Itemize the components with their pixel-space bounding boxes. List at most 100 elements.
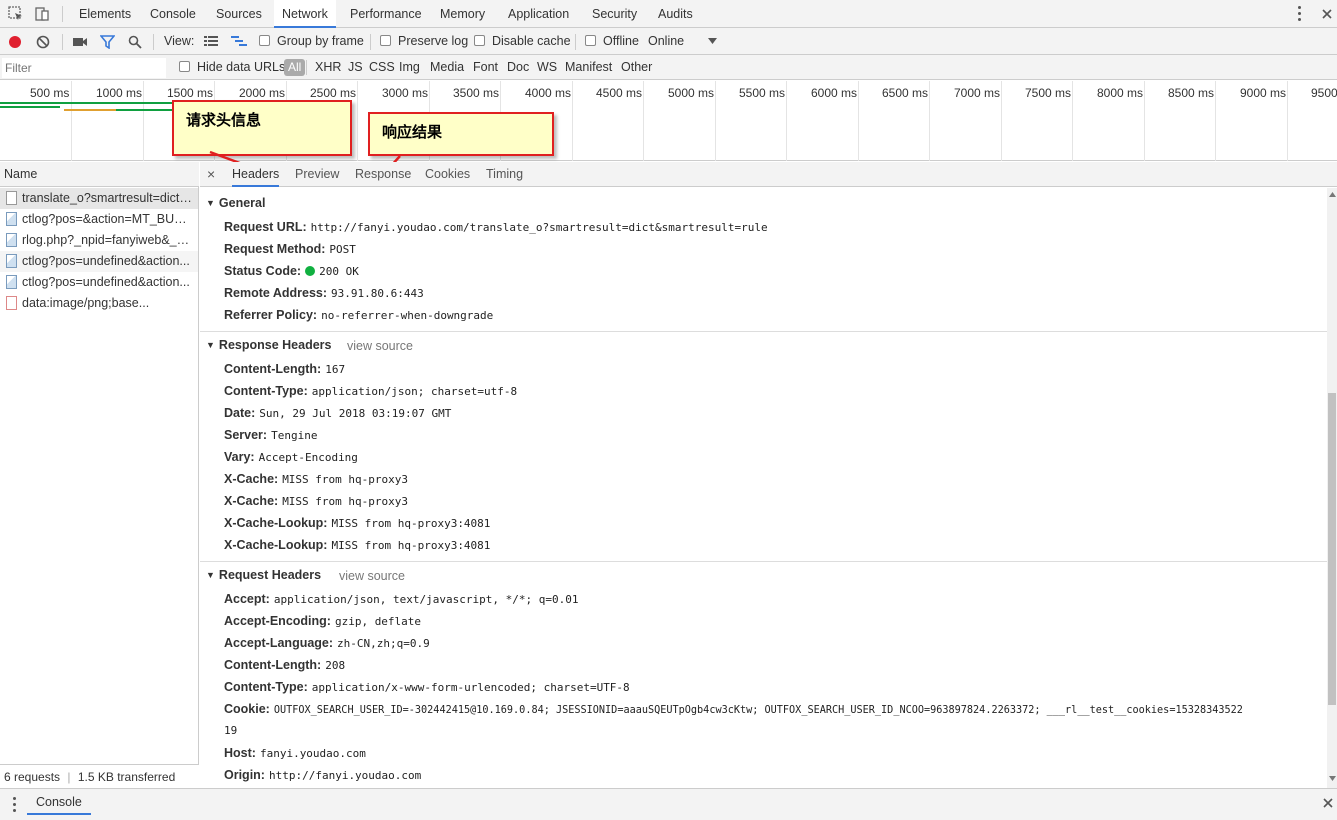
network-toolbar: View: Group by frame Preserve log Disabl… xyxy=(0,28,1337,55)
offline-checkbox[interactable] xyxy=(585,35,596,46)
close-devtools-icon[interactable] xyxy=(1321,8,1333,20)
type-filter-other[interactable]: Other xyxy=(621,55,652,80)
tab-security[interactable]: Security xyxy=(584,0,645,28)
header-row: Referrer Policy: no-referrer-when-downgra… xyxy=(224,308,494,322)
filter-input[interactable] xyxy=(2,58,166,78)
device-toolbar-icon[interactable] xyxy=(33,5,51,23)
tick-label: 500 ms xyxy=(30,86,70,100)
preserve-log-checkbox[interactable] xyxy=(380,35,391,46)
header-row: Request Method: POST xyxy=(224,242,356,256)
type-filter-xhr[interactable]: XHR xyxy=(315,55,341,80)
request-name: ctlog?pos=undefined&action... xyxy=(22,275,190,289)
drawer-menu-icon[interactable] xyxy=(13,797,17,815)
type-filter-all[interactable]: All xyxy=(284,59,306,76)
inspect-element-icon[interactable] xyxy=(7,5,25,23)
scrollbar-thumb[interactable] xyxy=(1328,393,1336,705)
list-item[interactable]: rlog.php?_npid=fanyiweb&_nc... xyxy=(0,230,198,251)
capture-screenshots-icon[interactable] xyxy=(72,35,88,49)
detail-tabs: × Headers Preview Response Cookies Timin… xyxy=(200,162,1337,187)
disable-cache-label: Disable cache xyxy=(492,34,571,48)
cookie-continuation: 19 xyxy=(224,724,238,737)
document-icon xyxy=(6,191,17,205)
search-icon[interactable] xyxy=(128,35,142,49)
preserve-log-label: Preserve log xyxy=(398,34,469,48)
list-item[interactable]: data:image/png;base... xyxy=(0,293,198,314)
devtools-tabbar: Elements Console Sources Network Perform… xyxy=(0,0,1337,28)
tab-timing[interactable]: Timing xyxy=(486,162,523,187)
tab-preview[interactable]: Preview xyxy=(295,162,339,187)
header-row: Vary: Accept-Encoding xyxy=(224,450,358,464)
tab-sources[interactable]: Sources xyxy=(208,0,270,28)
type-filter-font[interactable]: Font xyxy=(473,55,498,80)
scroll-up-icon[interactable] xyxy=(1329,192,1336,197)
close-drawer-icon[interactable] xyxy=(1322,797,1334,809)
hide-data-urls-label: Hide data URLs xyxy=(197,60,286,74)
type-filter-manifest[interactable]: Manifest xyxy=(565,55,612,80)
list-item[interactable]: ctlog?pos=undefined&action... xyxy=(0,251,198,272)
more-menu-icon[interactable] xyxy=(1298,6,1302,24)
tick-label: 4500 ms xyxy=(596,86,643,100)
close-detail-icon[interactable]: × xyxy=(207,162,215,187)
tab-cookies[interactable]: Cookies xyxy=(425,162,470,187)
clear-icon[interactable] xyxy=(36,35,50,49)
list-item[interactable]: translate_o?smartresult=dict&... xyxy=(0,188,198,209)
tick-label: 7000 ms xyxy=(954,86,1001,100)
section-response-headers[interactable]: ▼ Response Headers xyxy=(206,338,331,352)
tab-network[interactable]: Network xyxy=(274,0,336,28)
request-name: ctlog?pos=undefined&action... xyxy=(22,254,190,268)
tab-elements[interactable]: Elements xyxy=(71,0,139,28)
view-source-link[interactable]: view source xyxy=(347,339,413,353)
type-filter-css[interactable]: CSS xyxy=(369,55,395,80)
scroll-down-icon[interactable] xyxy=(1329,776,1336,781)
header-row: Accept-Encoding: gzip, deflate xyxy=(224,614,422,628)
type-filter-img[interactable]: Img xyxy=(399,55,420,80)
group-by-frame-checkbox[interactable] xyxy=(259,35,270,46)
tab-audits[interactable]: Audits xyxy=(650,0,701,28)
tab-memory[interactable]: Memory xyxy=(432,0,493,28)
name-column-header[interactable]: Name xyxy=(0,162,199,187)
timeline-bar xyxy=(64,109,116,111)
section-request-headers[interactable]: ▼ Request Headers xyxy=(206,568,321,582)
section-general[interactable]: ▼ General xyxy=(206,196,265,210)
throttling-select[interactable]: Online xyxy=(648,28,684,55)
hide-data-urls-checkbox[interactable] xyxy=(179,61,190,72)
image-file-icon xyxy=(6,212,17,226)
large-rows-icon[interactable] xyxy=(204,35,218,48)
type-filter-js[interactable]: JS xyxy=(348,55,363,80)
list-item[interactable]: ctlog?pos=undefined&action... xyxy=(0,272,198,293)
waterfall-overview-icon[interactable] xyxy=(231,35,247,48)
tick-label: 3500 ms xyxy=(453,86,500,100)
header-row: Cookie: OUTFOX_SEARCH_USER_ID=-302442415@… xyxy=(224,702,1243,716)
header-row: Host: fanyi.youdao.com xyxy=(224,746,366,760)
tick-label: 1500 ms xyxy=(167,86,214,100)
request-name: ctlog?pos=&action=MT_BUTT... xyxy=(22,212,194,226)
tab-console[interactable]: Console xyxy=(142,0,204,28)
detail-scrollbar[interactable] xyxy=(1327,188,1337,788)
tab-application[interactable]: Application xyxy=(500,0,577,28)
disable-cache-checkbox[interactable] xyxy=(474,35,485,46)
header-row: Content-Type: application/x-www-form-urle… xyxy=(224,680,630,694)
tick-label: 3000 ms xyxy=(382,86,429,100)
chevron-down-icon[interactable] xyxy=(708,38,717,45)
filter-icon[interactable] xyxy=(100,35,115,49)
view-source-link[interactable]: view source xyxy=(339,569,405,583)
expand-triangle-icon: ▼ xyxy=(206,198,215,208)
timeline-bar xyxy=(116,109,174,111)
tick-label: 4000 ms xyxy=(525,86,572,100)
record-icon[interactable] xyxy=(8,35,22,49)
expand-triangle-icon: ▼ xyxy=(206,570,215,580)
tab-performance[interactable]: Performance xyxy=(342,0,430,28)
header-row: X-Cache-Lookup: MISS from hq-proxy3:4081 xyxy=(224,538,491,552)
type-filter-doc[interactable]: Doc xyxy=(507,55,529,80)
tab-response[interactable]: Response xyxy=(355,162,411,187)
header-row: Status Code: 200 OK xyxy=(224,264,359,278)
drawer-tab-console[interactable]: Console xyxy=(27,789,91,815)
header-row: Request URL: http://fanyi.youdao.com/tran… xyxy=(224,220,768,234)
type-filter-media[interactable]: Media xyxy=(430,55,464,80)
type-filter-ws[interactable]: WS xyxy=(537,55,557,80)
tab-headers[interactable]: Headers xyxy=(232,162,280,187)
request-name: translate_o?smartresult=dict&... xyxy=(22,191,194,205)
tick-label: 5500 ms xyxy=(739,86,786,100)
status-ok-icon xyxy=(305,266,316,276)
list-item[interactable]: ctlog?pos=&action=MT_BUTT... xyxy=(0,209,198,230)
